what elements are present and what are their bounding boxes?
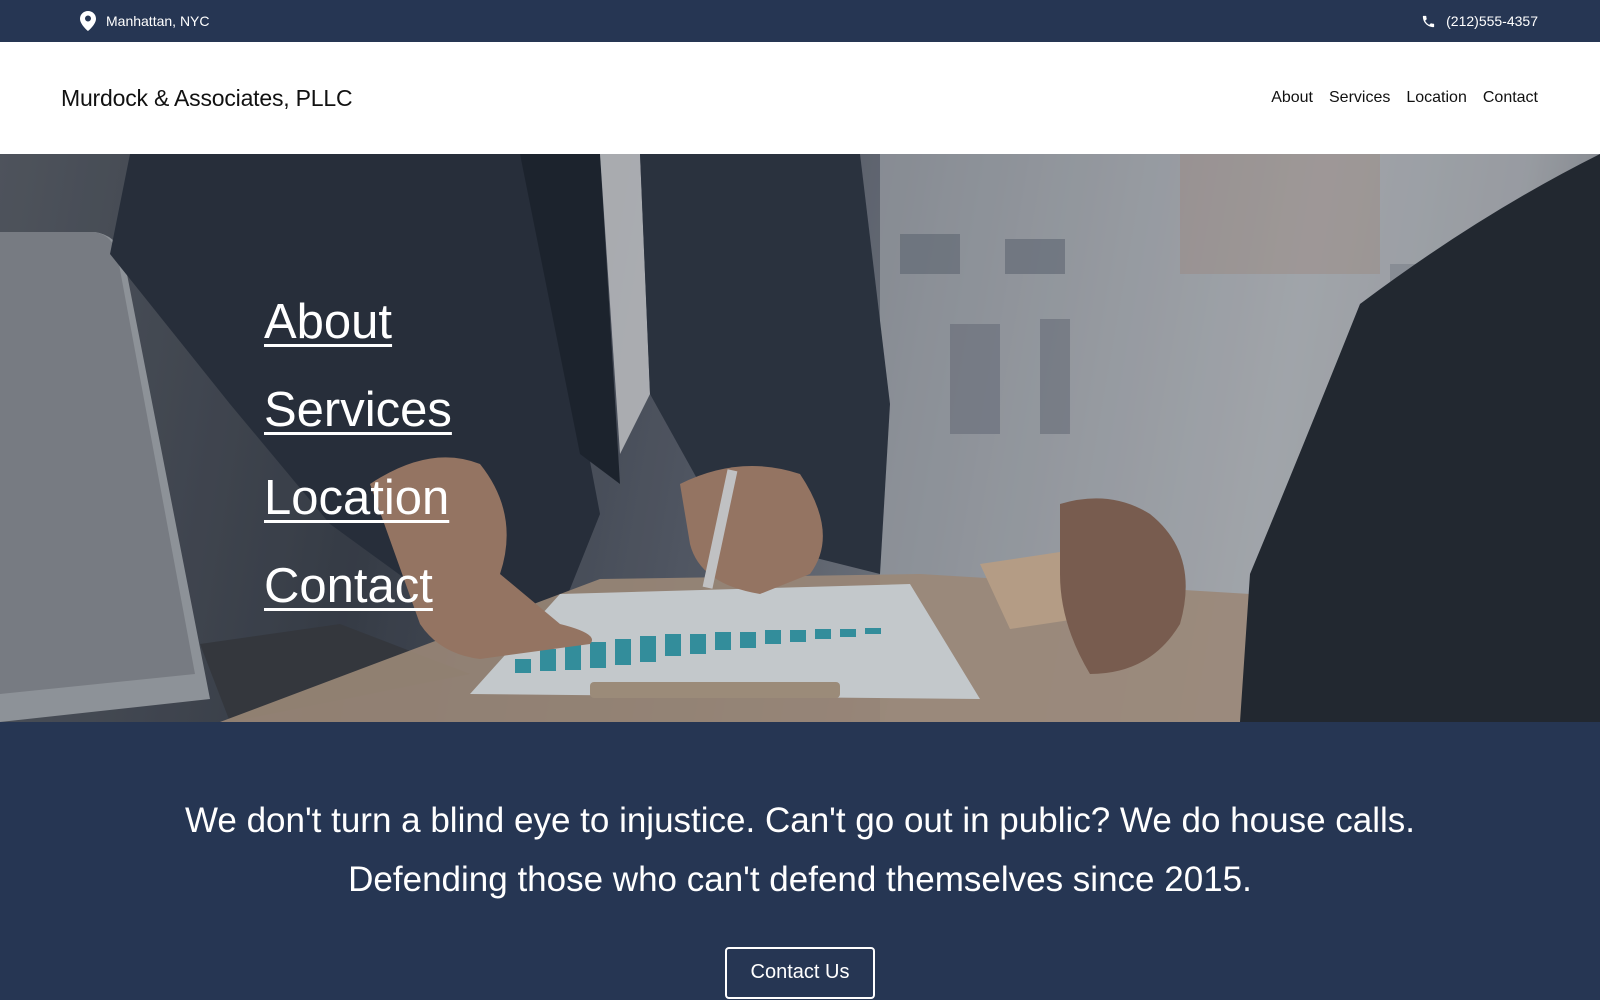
nav-links: About Services Location Contact — [1271, 89, 1538, 107]
tagline-line-2: Defending those who can't defend themsel… — [348, 860, 1252, 899]
tagline-section: We don't turn a blind eye to injustice. … — [0, 722, 1600, 1000]
main-navbar: Murdock & Associates, PLLC About Service… — [0, 42, 1600, 154]
contact-us-button[interactable]: Contact Us — [724, 947, 876, 999]
hero-link-about[interactable]: About — [264, 278, 392, 366]
phone-info[interactable]: (212)555-4357 — [1421, 13, 1538, 29]
hero-link-contact[interactable]: Contact — [264, 542, 433, 630]
nav-link-about[interactable]: About — [1271, 89, 1313, 107]
nav-link-contact[interactable]: Contact — [1483, 89, 1538, 107]
phone-icon — [1421, 14, 1436, 29]
phone-text[interactable]: (212)555-4357 — [1446, 13, 1538, 29]
map-pin-icon — [80, 11, 96, 31]
top-info-bar: Manhattan, NYC (212)555-4357 — [0, 0, 1600, 42]
location-info: Manhattan, NYC — [80, 11, 210, 31]
hero-link-list: About Services Location Contact — [264, 278, 452, 630]
nav-link-services[interactable]: Services — [1329, 89, 1390, 107]
nav-link-location[interactable]: Location — [1406, 89, 1467, 107]
brand-logo-text[interactable]: Murdock & Associates, PLLC — [61, 85, 353, 112]
hero-link-services[interactable]: Services — [264, 366, 452, 454]
hero-dark-overlay — [0, 154, 1600, 722]
location-text: Manhattan, NYC — [106, 13, 210, 29]
tagline-line-1: We don't turn a blind eye to injustice. … — [184, 801, 1416, 840]
hero-link-location[interactable]: Location — [264, 454, 449, 542]
hero-section: About Services Location Contact — [0, 154, 1600, 722]
